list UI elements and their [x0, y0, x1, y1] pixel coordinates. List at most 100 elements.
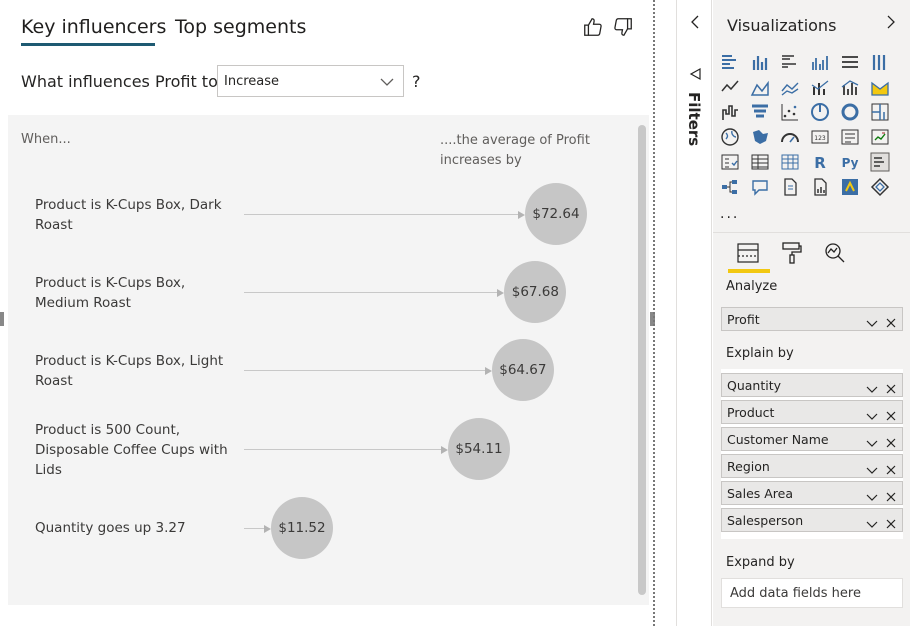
influencer-value-bubble[interactable]: $64.67: [491, 339, 554, 401]
slicer-icon[interactable]: [720, 152, 740, 172]
chevron-down-icon[interactable]: [866, 461, 878, 474]
chevron-down-icon[interactable]: [866, 488, 878, 501]
field-well-sales-area[interactable]: Sales Area: [721, 481, 903, 505]
close-icon[interactable]: [885, 461, 897, 475]
ribbon-chart-icon[interactable]: [870, 77, 890, 97]
arrow-right-icon: [264, 524, 271, 533]
influencer-value-bubble[interactable]: $72.64: [525, 183, 587, 245]
gauge-icon[interactable]: [780, 127, 800, 147]
stacked-area-icon[interactable]: [780, 77, 800, 97]
influencer-label[interactable]: Product is 500 Count, Disposable Coffee …: [35, 420, 235, 480]
influencer-label[interactable]: Quantity goes up 3.27: [35, 518, 235, 538]
column-header-average: ....the average of Profit increases by: [440, 133, 590, 168]
field-well-label: Salesperson: [727, 513, 804, 528]
chevron-down-icon[interactable]: [866, 314, 878, 327]
field-well-product[interactable]: Product: [721, 400, 903, 424]
multi-row-card-icon[interactable]: [840, 127, 860, 147]
influencer-value-bubble[interactable]: $11.52: [271, 497, 333, 559]
smart-narrative-icon[interactable]: [780, 177, 800, 197]
line-clustered-icon[interactable]: [840, 77, 860, 97]
explain-by-label: Explain by: [726, 346, 794, 361]
stacked-bar-icon[interactable]: [720, 52, 740, 72]
line-column-icon[interactable]: [810, 77, 830, 97]
chevron-left-icon[interactable]: [689, 14, 701, 29]
power-automate-icon[interactable]: [870, 177, 890, 197]
influencer-value-bubble[interactable]: $54.11: [447, 418, 510, 480]
canvas-splitter: [653, 0, 655, 626]
card-icon[interactable]: 123: [810, 127, 830, 147]
influencer-label[interactable]: Product is K-Cups Box, Light Roast: [35, 351, 235, 391]
tab-key-influencers[interactable]: Key influencers: [21, 16, 166, 38]
funnel-icon[interactable]: [750, 102, 770, 122]
map-icon[interactable]: [720, 127, 740, 147]
field-well-label: Sales Area: [727, 486, 794, 501]
chevron-right-icon[interactable]: [885, 14, 897, 29]
influencer-label[interactable]: Product is K-Cups Box, Medium Roast: [35, 273, 235, 313]
stacked-column-icon[interactable]: [750, 52, 770, 72]
filled-map-icon[interactable]: [750, 127, 770, 147]
thumbs-down-icon[interactable]: [612, 16, 634, 38]
influence-question-label: What influences Profit to: [21, 72, 218, 91]
influencer-label[interactable]: Product is K-Cups Box, Dark Roast: [35, 195, 235, 235]
close-icon[interactable]: [885, 380, 897, 394]
expand-by-drop-zone[interactable]: Add data fields here: [721, 578, 903, 608]
key-influencers-visual: Key influencers Top segments What influe…: [0, 0, 652, 626]
treemap-icon[interactable]: [870, 102, 890, 122]
key-influencers-icon[interactable]: [870, 152, 890, 172]
close-icon[interactable]: [885, 434, 897, 448]
waterfall-icon[interactable]: [720, 102, 740, 122]
influencer-value-bubble[interactable]: $67.68: [504, 261, 567, 323]
100-column-icon[interactable]: [870, 52, 890, 72]
pie-icon[interactable]: [810, 102, 830, 122]
analytics-icon[interactable]: [822, 240, 848, 266]
expand-by-label: Expand by: [726, 555, 795, 570]
scatter-icon[interactable]: [780, 102, 800, 122]
format-paint-icon[interactable]: [779, 240, 805, 266]
field-well-label: Product: [727, 405, 775, 420]
tab-top-segments[interactable]: Top segments: [175, 16, 306, 38]
clustered-bar-icon[interactable]: [780, 52, 800, 72]
qa-icon[interactable]: [750, 177, 770, 197]
svg-text:Py: Py: [842, 156, 859, 170]
close-icon[interactable]: [885, 515, 897, 529]
influence-direction-dropdown[interactable]: Increase: [217, 65, 404, 97]
field-well-salesperson[interactable]: Salesperson: [721, 508, 903, 532]
filters-label: Filters: [685, 92, 703, 147]
field-well-customer-name[interactable]: Customer Name: [721, 427, 903, 451]
filters-pane-collapsed[interactable]: Filters: [676, 0, 712, 626]
close-icon[interactable]: [885, 488, 897, 502]
chevron-down-icon[interactable]: [866, 515, 878, 528]
field-well-quantity[interactable]: Quantity: [721, 373, 903, 397]
python-visual-icon[interactable]: Py: [840, 152, 860, 172]
chevron-down-icon[interactable]: [866, 407, 878, 420]
field-well-profit[interactable]: Profit: [721, 307, 903, 331]
line-chart-icon[interactable]: [720, 77, 740, 97]
close-icon[interactable]: [885, 314, 897, 328]
power-apps-icon[interactable]: [840, 177, 860, 197]
clustered-column-icon[interactable]: [810, 52, 830, 72]
donut-icon[interactable]: [840, 102, 860, 122]
field-well-region[interactable]: Region: [721, 454, 903, 478]
more-visuals-icon[interactable]: ...: [720, 206, 739, 222]
chevron-down-icon[interactable]: [866, 380, 878, 393]
left-resize-handle[interactable]: [0, 312, 4, 326]
arrow-right-icon: [518, 210, 525, 219]
area-chart-icon[interactable]: [750, 77, 770, 97]
matrix-icon[interactable]: [780, 152, 800, 172]
fields-icon[interactable]: [735, 240, 761, 266]
drop-zone-placeholder: Add data fields here: [730, 586, 861, 601]
close-icon[interactable]: [885, 407, 897, 421]
table-icon[interactable]: [750, 152, 770, 172]
influencer-connector-line: [244, 370, 485, 371]
chevron-down-icon[interactable]: [866, 434, 878, 447]
panel-scrollbar[interactable]: [638, 125, 646, 595]
pane-divider: [713, 232, 910, 233]
r-visual-icon[interactable]: R: [810, 152, 830, 172]
kpi-icon[interactable]: [870, 127, 890, 147]
column-header-when: When...: [21, 132, 71, 147]
question-mark: ?: [412, 72, 421, 91]
decomposition-tree-icon[interactable]: [720, 177, 740, 197]
thumbs-up-icon[interactable]: [582, 16, 604, 38]
paginated-report-icon[interactable]: [810, 177, 830, 197]
100-bar-icon[interactable]: [840, 52, 860, 72]
